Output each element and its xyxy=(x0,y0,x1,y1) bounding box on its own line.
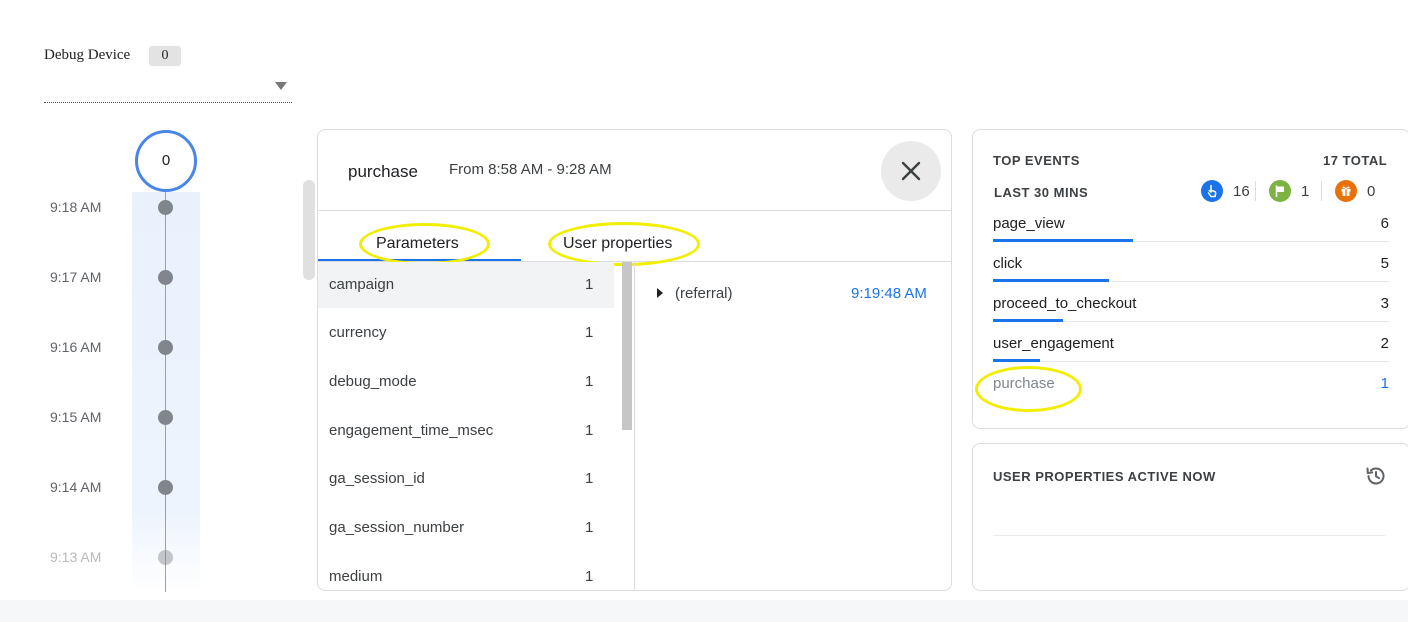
parameter-name: engagement_time_msec xyxy=(329,422,494,439)
top-event-row[interactable]: click 5 xyxy=(993,250,1389,290)
top-event-bar xyxy=(993,319,1063,322)
top-event-row[interactable]: proceed_to_checkout 3 xyxy=(993,290,1389,330)
top-event-count: 3 xyxy=(1380,295,1389,312)
highlight-annotation xyxy=(548,222,700,266)
parameter-row[interactable]: ga_session_number 1 xyxy=(318,505,614,551)
stat-separator xyxy=(1321,181,1322,201)
parameter-list: campaign 1 currency 1 debug_mode 1 engag… xyxy=(318,262,614,590)
top-events-total: 17 TOTAL xyxy=(1323,153,1388,168)
timeline-dot[interactable] xyxy=(158,200,173,215)
parameter-count: 1 xyxy=(585,519,594,536)
parameter-count: 1 xyxy=(585,276,594,293)
highlight-annotation xyxy=(359,223,490,265)
parameter-name: currency xyxy=(329,324,387,341)
top-event-row[interactable]: user_engagement 2 xyxy=(993,330,1389,370)
timeline-time-label: 9:15 AM xyxy=(50,409,102,425)
parameter-count: 1 xyxy=(585,568,594,585)
top-event-name: page_view xyxy=(993,215,1065,232)
footer-strip xyxy=(0,600,1408,622)
parameter-name: campaign xyxy=(329,276,395,293)
event-name: purchase xyxy=(348,162,418,181)
timeline-dot[interactable] xyxy=(158,410,173,425)
user-properties-title: USER PROPERTIES ACTIVE NOW xyxy=(993,469,1216,484)
top-event-name: user_engagement xyxy=(993,335,1114,352)
event-time-range: From 8:58 AM - 9:28 AM xyxy=(449,161,612,178)
stat-touch: 16 xyxy=(1201,179,1250,203)
highlight-annotation xyxy=(975,366,1082,412)
event-detail-card: purchase From 8:58 AM - 9:28 AM Paramete… xyxy=(317,129,952,591)
parameter-count: 1 xyxy=(585,422,594,439)
timeline-time-label: 9:13 AM xyxy=(50,549,102,565)
parameter-name: ga_session_id xyxy=(329,470,425,487)
stat-gift: 0 xyxy=(1335,179,1375,203)
parameter-count: 1 xyxy=(585,324,594,341)
top-events-card: TOP EVENTS 17 TOTAL LAST 30 MINS 16 1 0 … xyxy=(972,129,1408,429)
timeline-time-label: 9:16 AM xyxy=(50,339,102,355)
parameter-row[interactable]: ga_session_id 1 xyxy=(318,456,614,502)
props-divider xyxy=(993,535,1385,536)
top-event-bar xyxy=(993,359,1040,362)
timeline-time-label: 9:14 AM xyxy=(50,479,102,495)
parameter-row[interactable]: debug_mode 1 xyxy=(318,359,614,405)
top-event-bar xyxy=(993,239,1133,242)
parameter-row[interactable]: currency 1 xyxy=(318,310,614,356)
panel-scroll-handle[interactable] xyxy=(303,180,315,280)
flag-icon xyxy=(1269,180,1291,202)
touch-icon xyxy=(1201,180,1223,202)
timeline-band xyxy=(132,192,200,592)
timeline-line xyxy=(165,192,166,592)
debug-device-count-badge: 0 xyxy=(149,46,181,66)
stat-count: 1 xyxy=(1301,182,1310,200)
parameter-value[interactable]: (referral) xyxy=(675,285,733,302)
timeline-dot[interactable] xyxy=(158,550,173,565)
stat-count: 0 xyxy=(1367,182,1376,200)
parameter-name: medium xyxy=(329,568,383,585)
parameter-count: 1 xyxy=(585,470,594,487)
debug-device-label: Debug Device xyxy=(44,47,131,63)
timeline-dot[interactable] xyxy=(158,340,173,355)
header-divider xyxy=(318,210,951,211)
stat-flag: 1 xyxy=(1269,179,1309,203)
parameter-count: 1 xyxy=(585,373,594,390)
top-events-subtitle: LAST 30 MINS xyxy=(994,185,1089,200)
timeline-current-count[interactable]: 0 xyxy=(135,130,197,192)
parameter-name: ga_session_number xyxy=(329,519,465,536)
row-divider xyxy=(993,361,1389,362)
timeline-dot[interactable] xyxy=(158,480,173,495)
top-event-row[interactable]: page_view 6 xyxy=(993,210,1389,250)
parameter-name: debug_mode xyxy=(329,373,417,390)
top-event-count: 5 xyxy=(1380,255,1389,272)
top-event-bar xyxy=(993,279,1109,282)
top-event-count: 6 xyxy=(1380,215,1389,232)
parameter-value-time: 9:19:48 AM xyxy=(851,285,927,302)
dropdown-arrow-icon[interactable] xyxy=(275,82,287,90)
top-event-name: click xyxy=(993,255,1023,272)
parameter-row[interactable]: campaign 1 xyxy=(318,262,614,308)
close-icon xyxy=(901,161,921,181)
history-icon[interactable] xyxy=(1364,464,1388,488)
top-events-title: TOP EVENTS xyxy=(993,153,1080,168)
top-event-count: 1 xyxy=(1380,375,1389,392)
debug-device-underline xyxy=(44,102,292,103)
stat-separator xyxy=(1255,181,1256,201)
parameter-list-scrollbar[interactable] xyxy=(622,262,632,430)
list-divider xyxy=(634,262,635,590)
timeline-time-label: 9:17 AM xyxy=(50,269,102,285)
user-properties-card: USER PROPERTIES ACTIVE NOW xyxy=(972,443,1408,591)
close-button[interactable] xyxy=(881,141,941,201)
timeline-dot[interactable] xyxy=(158,270,173,285)
expand-arrow-icon[interactable] xyxy=(657,288,663,298)
timeline-time-label: 9:18 AM xyxy=(50,199,102,215)
stat-count: 16 xyxy=(1233,182,1250,200)
parameter-row[interactable]: medium 1 xyxy=(318,554,614,590)
top-event-count: 2 xyxy=(1380,335,1389,352)
top-event-name: proceed_to_checkout xyxy=(993,295,1137,312)
gift-icon xyxy=(1335,180,1357,202)
parameter-row[interactable]: engagement_time_msec 1 xyxy=(318,408,614,454)
